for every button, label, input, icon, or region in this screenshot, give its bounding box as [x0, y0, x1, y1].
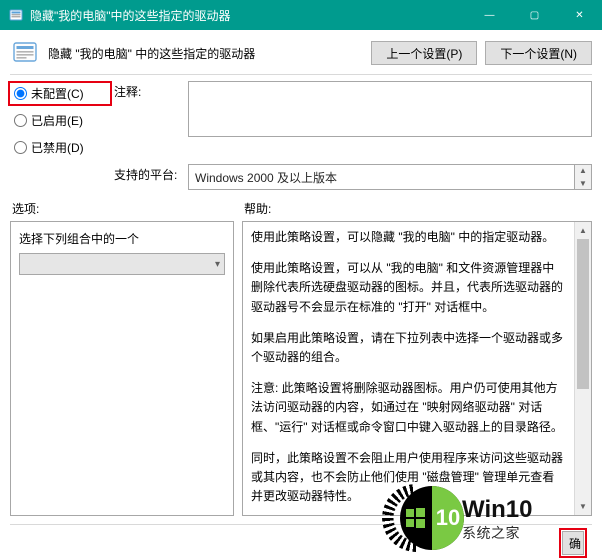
- radio-enabled-label: 已启用(E): [31, 112, 83, 129]
- options-label: 选项:: [12, 200, 244, 217]
- maximize-button[interactable]: ▢: [512, 0, 557, 30]
- minimize-button[interactable]: —: [467, 0, 512, 30]
- help-p3: 如果启用此策略设置，请在下拉列表中选择一个驱动器或多个驱动器的组合。: [251, 329, 566, 367]
- help-p4: 注意: 此策略设置将删除驱动器图标。用户仍可使用其他方法访问驱动器的内容，如通过…: [251, 379, 566, 437]
- next-setting-button[interactable]: 下一个设置(N): [485, 41, 592, 65]
- radio-not-configured-label: 未配置(C): [31, 85, 84, 102]
- help-scrollbar[interactable]: ▲ ▼: [574, 222, 591, 515]
- comment-textarea[interactable]: [188, 81, 592, 137]
- scroll-track[interactable]: [575, 239, 591, 498]
- dialog-buttons: 确: [10, 524, 592, 560]
- help-label: 帮助:: [244, 200, 590, 217]
- radio-enabled[interactable]: 已启用(E): [10, 110, 110, 131]
- scroll-thumb[interactable]: [577, 239, 589, 389]
- help-p5: 同时，此策略设置不会阻止用户使用程序来访问这些驱动器或其内容，也不会防止他们使用…: [251, 449, 566, 507]
- help-panel: 使用此策略设置，可以隐藏 "我的电脑" 中的指定驱动器。 使用此策略设置，可以从…: [242, 221, 592, 516]
- radio-not-configured-input[interactable]: [14, 87, 27, 100]
- scroll-down-icon: ▼: [579, 179, 587, 188]
- ok-button[interactable]: 确: [562, 531, 584, 555]
- prev-setting-button[interactable]: 上一个设置(P): [371, 41, 477, 65]
- divider: [10, 74, 592, 75]
- config-area: 未配置(C) 已启用(E) 已禁用(D) 注释: 支持的平台: Windows …: [10, 81, 592, 194]
- help-text: 使用此策略设置，可以隐藏 "我的电脑" 中的指定驱动器。 使用此策略设置，可以从…: [243, 222, 574, 515]
- help-p2: 使用此策略设置，可以从 "我的电脑" 和文件资源管理器中删除代表所选硬盘驱动器的…: [251, 259, 566, 317]
- window-title: 隐藏"我的电脑"中的这些指定的驱动器: [30, 7, 231, 24]
- supported-on-text: Windows 2000 及以上版本: [188, 164, 575, 190]
- radio-disabled[interactable]: 已禁用(D): [10, 137, 110, 158]
- radio-enabled-input[interactable]: [14, 114, 27, 127]
- supported-label: 支持的平台:: [114, 164, 184, 183]
- scroll-up-icon: ▲: [579, 166, 587, 175]
- close-button[interactable]: ✕: [557, 0, 602, 30]
- app-icon: [8, 7, 24, 23]
- comment-label: 注释:: [114, 81, 184, 100]
- scroll-up-icon: ▲: [575, 222, 591, 239]
- drive-combo[interactable]: ▾: [19, 253, 225, 275]
- state-radio-group: 未配置(C) 已启用(E) 已禁用(D): [10, 81, 110, 158]
- supported-scrollbar[interactable]: ▲ ▼: [575, 164, 592, 190]
- scroll-down-icon: ▼: [575, 498, 591, 515]
- header: 隐藏 "我的电脑" 中的这些指定的驱动器 上一个设置(P) 下一个设置(N): [10, 38, 592, 74]
- radio-disabled-label: 已禁用(D): [31, 139, 84, 156]
- options-panel: 选择下列组合中的一个 ▾: [10, 221, 234, 516]
- window-controls: — ▢ ✕: [467, 0, 602, 30]
- section-labels: 选项: 帮助:: [10, 200, 592, 217]
- policy-icon: [10, 38, 40, 68]
- dropdown-label: 选择下列组合中的一个: [19, 230, 225, 247]
- help-p1: 使用此策略设置，可以隐藏 "我的电脑" 中的指定驱动器。: [251, 228, 566, 247]
- chevron-down-icon: ▾: [215, 259, 220, 270]
- policy-title: 隐藏 "我的电脑" 中的这些指定的驱动器: [48, 45, 255, 62]
- window-titlebar: 隐藏"我的电脑"中的这些指定的驱动器 — ▢ ✕: [0, 0, 602, 30]
- radio-not-configured[interactable]: 未配置(C): [10, 83, 110, 104]
- radio-disabled-input[interactable]: [14, 141, 27, 154]
